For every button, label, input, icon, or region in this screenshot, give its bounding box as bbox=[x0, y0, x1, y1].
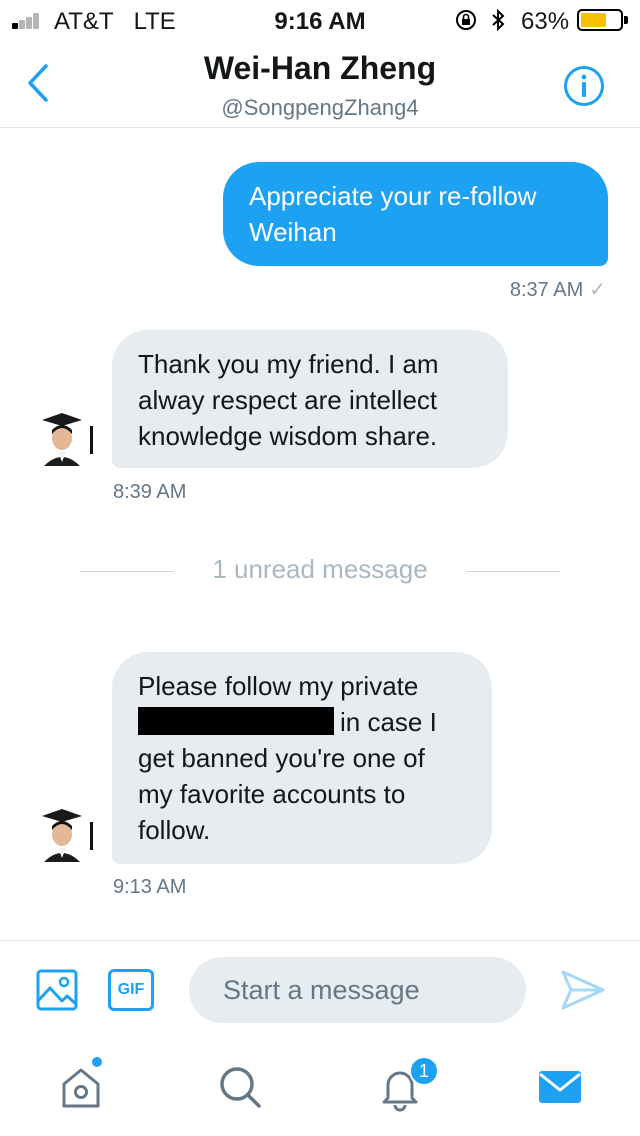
message-bubble-incoming[interactable]: Please follow my private in case I get b… bbox=[112, 652, 492, 864]
avatar[interactable] bbox=[38, 800, 94, 866]
home-new-indicator bbox=[92, 1057, 102, 1067]
info-icon[interactable] bbox=[563, 65, 605, 107]
gif-button[interactable]: GIF bbox=[108, 969, 154, 1011]
unread-divider: 1 unread message bbox=[0, 554, 640, 584]
home-icon bbox=[62, 1068, 100, 1108]
status-bar: AT&T LTE 9:16 AM 63% bbox=[0, 0, 640, 40]
tab-home[interactable] bbox=[56, 1062, 106, 1112]
message-bubble-outgoing[interactable]: Appreciate your re-follow Weihan bbox=[223, 162, 608, 266]
compose-bar: GIF bbox=[0, 940, 640, 1040]
battery-percentage: 63% bbox=[521, 8, 570, 35]
message-timestamp: 9:13 AM bbox=[113, 876, 187, 898]
message-timestamp: 8:37 AM ✓ bbox=[509, 279, 606, 301]
mail-icon bbox=[539, 1071, 581, 1103]
conversation-handle: @SongpengZhang4 bbox=[221, 95, 419, 120]
redaction-block bbox=[138, 707, 334, 735]
message-bubble-incoming[interactable]: Thank you my friend. I am alway respect … bbox=[112, 330, 508, 468]
message-input[interactable] bbox=[189, 957, 526, 1023]
send-icon[interactable] bbox=[560, 969, 606, 1011]
message-text: Please follow my private bbox=[138, 671, 419, 701]
image-icon[interactable] bbox=[36, 969, 78, 1011]
conversation-header: Wei-Han Zheng @SongpengZhang4 bbox=[0, 40, 640, 128]
tab-messages[interactable] bbox=[535, 1062, 585, 1112]
notification-badge: 1 bbox=[409, 1056, 439, 1086]
bluetooth-icon bbox=[492, 8, 505, 32]
battery-icon bbox=[577, 9, 628, 31]
avatar[interactable] bbox=[38, 404, 94, 470]
tab-search[interactable] bbox=[215, 1062, 265, 1112]
checkmark-icon: ✓ bbox=[589, 279, 606, 301]
tab-bar: 1 bbox=[0, 1040, 640, 1136]
unread-divider-label: 1 unread message bbox=[212, 554, 428, 584]
search-icon bbox=[220, 1067, 261, 1108]
rotation-lock-icon bbox=[456, 10, 476, 30]
conversation-title[interactable]: Wei-Han Zheng bbox=[0, 50, 640, 87]
message-timestamp: 8:39 AM bbox=[113, 481, 187, 503]
